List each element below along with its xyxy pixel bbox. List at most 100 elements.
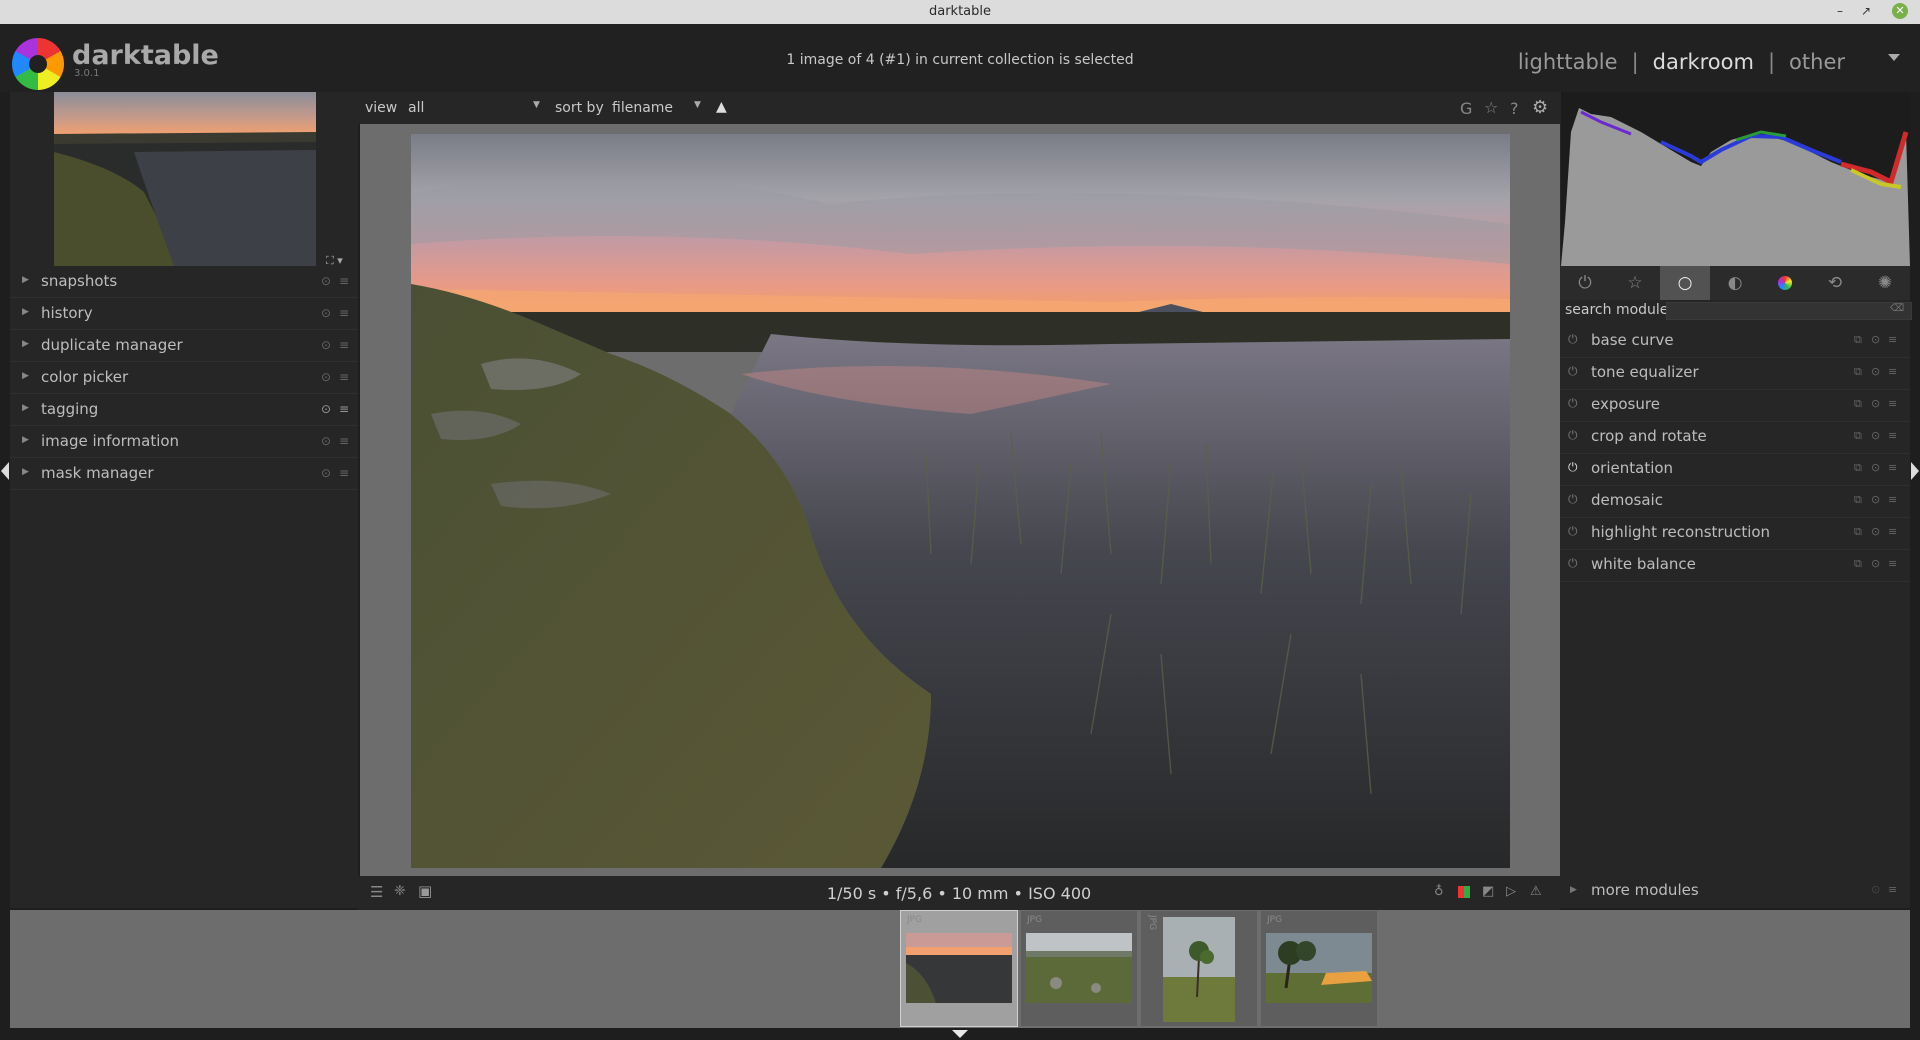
reset-icon[interactable]: ⊙ bbox=[321, 402, 331, 416]
presets-icon[interactable]: ≡ bbox=[1888, 883, 1897, 896]
bottom-panel-toggle-icon[interactable] bbox=[952, 1030, 968, 1038]
multi-instance-icon[interactable]: ⧉ bbox=[1854, 429, 1862, 443]
reset-icon[interactable]: ⊙ bbox=[1871, 397, 1880, 410]
power-icon[interactable]: ⏻ bbox=[1568, 396, 1578, 411]
presets-icon[interactable]: ≡ bbox=[1888, 525, 1897, 538]
presets-icon[interactable]: ≡ bbox=[1888, 333, 1897, 346]
color-icon[interactable] bbox=[1760, 266, 1810, 300]
reset-icon[interactable]: ⊙ bbox=[1871, 493, 1880, 506]
module-mask-manager[interactable]: ▶ mask manager ⊙ ≡ bbox=[10, 458, 358, 490]
module-duplicate-manager[interactable]: ▶ duplicate manager ⊙ ≡ bbox=[10, 330, 358, 362]
filmstrip-thumb[interactable]: JPG bbox=[1021, 911, 1137, 1026]
reset-icon[interactable]: ⊙ bbox=[321, 306, 331, 320]
gear-icon[interactable]: ⚙ bbox=[1532, 97, 1548, 118]
multi-instance-icon[interactable]: ⧉ bbox=[1854, 493, 1862, 507]
module-orientation[interactable]: ⏻ orientation ⧉ ⊙ ≡ bbox=[1560, 454, 1910, 486]
reset-icon[interactable]: ⊙ bbox=[321, 338, 331, 352]
reset-icon[interactable]: ⊙ bbox=[1871, 461, 1880, 474]
correct-icon[interactable]: ⟲ bbox=[1810, 266, 1860, 300]
effect-icon[interactable]: ✺ bbox=[1860, 266, 1910, 300]
raw-overexposed-icon[interactable]: ▷ bbox=[1506, 884, 1516, 899]
multi-instance-icon[interactable]: ⧉ bbox=[1854, 397, 1862, 411]
view-darkroom[interactable]: darkroom bbox=[1653, 50, 1754, 74]
module-exposure[interactable]: ⏻ exposure ⧉ ⊙ ≡ bbox=[1560, 390, 1910, 422]
favourites-icon[interactable]: ☆ bbox=[1610, 266, 1660, 300]
multi-instance-icon[interactable]: ⧉ bbox=[1854, 557, 1862, 571]
filmstrip-thumb[interactable]: JPG bbox=[900, 910, 1018, 1027]
sort-dropdown-icon[interactable]: ▼ bbox=[694, 100, 701, 110]
close-button[interactable]: ✕ bbox=[1892, 3, 1908, 19]
main-image[interactable] bbox=[411, 134, 1510, 868]
filmstrip-thumb[interactable]: JPG bbox=[1141, 911, 1257, 1026]
multi-instance-icon[interactable]: ⧉ bbox=[1854, 365, 1862, 379]
grouping-icon[interactable]: G bbox=[1460, 99, 1472, 118]
power-icon[interactable]: ⏻ bbox=[1568, 556, 1578, 571]
module-crop-and-rotate[interactable]: ⏻ crop and rotate ⧉ ⊙ ≡ bbox=[1560, 422, 1910, 454]
presets-icon[interactable]: ≡ bbox=[1888, 397, 1897, 410]
view-other[interactable]: other bbox=[1789, 50, 1845, 74]
module-snapshots[interactable]: ▶ snapshots ⊙ ≡ bbox=[10, 266, 358, 298]
power-icon[interactable]: ⏻ bbox=[1568, 524, 1578, 539]
module-tone-equalizer[interactable]: ⏻ tone equalizer ⧉ ⊙ ≡ bbox=[1560, 358, 1910, 390]
reset-icon[interactable]: ⊙ bbox=[321, 274, 331, 288]
help-icon[interactable]: ? bbox=[1510, 99, 1519, 118]
power-icon[interactable]: ⏻ bbox=[1568, 332, 1578, 347]
softproof-icon[interactable] bbox=[1458, 886, 1470, 898]
sort-order-icon[interactable]: ▲ bbox=[716, 99, 727, 115]
presets-icon[interactable]: ≡ bbox=[339, 338, 349, 352]
module-demosaic[interactable]: ⏻ demosaic ⧉ ⊙ ≡ bbox=[1560, 486, 1910, 518]
filmstrip-thumb[interactable]: JPG bbox=[1261, 911, 1377, 1026]
power-icon[interactable]: ⏻ bbox=[1568, 460, 1578, 475]
presets-icon[interactable]: ≡ bbox=[1888, 429, 1897, 442]
reset-icon[interactable]: ⊙ bbox=[1871, 557, 1880, 570]
reset-icon[interactable]: ⊙ bbox=[1871, 883, 1880, 896]
sort-select[interactable]: filename bbox=[612, 100, 673, 116]
module-tagging[interactable]: ▶ tagging ⊙ ≡ bbox=[10, 394, 358, 426]
multi-instance-icon[interactable]: ⧉ bbox=[1854, 525, 1862, 539]
presets-icon[interactable]: ≡ bbox=[339, 434, 349, 448]
base-icon[interactable]: ○ bbox=[1660, 266, 1710, 300]
iso12646-icon[interactable]: ♁ bbox=[1434, 884, 1444, 899]
module-white-balance[interactable]: ⏻ white balance ⧉ ⊙ ≡ bbox=[1560, 550, 1910, 582]
presets-icon[interactable]: ≡ bbox=[1888, 365, 1897, 378]
maximize-button[interactable]: ↗ bbox=[1858, 3, 1874, 19]
multi-instance-icon[interactable]: ⧉ bbox=[1854, 333, 1862, 347]
view-dropdown-icon[interactable]: ▼ bbox=[533, 100, 540, 110]
power-icon[interactable]: ⏻ bbox=[1568, 492, 1578, 507]
navigation-preview[interactable] bbox=[54, 92, 316, 266]
presets-icon[interactable]: ≡ bbox=[1888, 557, 1897, 570]
reset-icon[interactable]: ⊙ bbox=[1871, 365, 1880, 378]
clear-search-icon[interactable]: ⌫ bbox=[1890, 303, 1904, 314]
presets-icon[interactable]: ≡ bbox=[339, 274, 349, 288]
presets-icon[interactable]: ≡ bbox=[339, 370, 349, 384]
star-icon[interactable]: ☆ bbox=[1484, 98, 1498, 117]
reset-icon[interactable]: ⊙ bbox=[321, 434, 331, 448]
presets-icon[interactable]: ≡ bbox=[1888, 493, 1897, 506]
reset-icon[interactable]: ⊙ bbox=[1871, 525, 1880, 538]
presets-icon[interactable]: ≡ bbox=[339, 402, 349, 416]
multi-instance-icon[interactable]: ⧉ bbox=[1854, 461, 1862, 475]
power-icon[interactable]: ⏻ bbox=[1568, 428, 1578, 443]
minimize-button[interactable]: – bbox=[1832, 3, 1848, 19]
reset-icon[interactable]: ⊙ bbox=[1871, 333, 1880, 346]
reset-icon[interactable]: ⊙ bbox=[321, 370, 331, 384]
module-base-curve[interactable]: ⏻ base curve ⧉ ⊙ ≡ bbox=[1560, 326, 1910, 358]
module-more-modules[interactable]: ▶ more modules ⊙ ≡ bbox=[1560, 876, 1910, 907]
presets-icon[interactable]: ≡ bbox=[339, 466, 349, 480]
module-image-information[interactable]: ▶ image information ⊙ ≡ bbox=[10, 426, 358, 458]
module-highlight-reconstruction[interactable]: ⏻ highlight reconstruction ⧉ ⊙ ≡ bbox=[1560, 518, 1910, 550]
power-icon[interactable]: ⏻ bbox=[1560, 266, 1610, 300]
presets-icon[interactable]: ≡ bbox=[339, 306, 349, 320]
module-history[interactable]: ▶ history ⊙ ≡ bbox=[10, 298, 358, 330]
collapse-left-panel-icon[interactable] bbox=[1, 462, 9, 480]
views-dropdown-icon[interactable] bbox=[1888, 54, 1900, 61]
collapse-right-panel-icon[interactable] bbox=[1911, 462, 1919, 480]
view-lighttable[interactable]: lighttable bbox=[1518, 50, 1618, 74]
view-select[interactable]: all bbox=[408, 100, 424, 116]
gamut-check-icon[interactable]: ◩ bbox=[1482, 884, 1494, 899]
clipping-warning-icon[interactable]: ⚠ bbox=[1530, 884, 1542, 899]
histogram[interactable] bbox=[1561, 92, 1910, 266]
presets-icon[interactable]: ≡ bbox=[1888, 461, 1897, 474]
tone-icon[interactable]: ◐ bbox=[1710, 266, 1760, 300]
module-color-picker[interactable]: ▶ color picker ⊙ ≡ bbox=[10, 362, 358, 394]
